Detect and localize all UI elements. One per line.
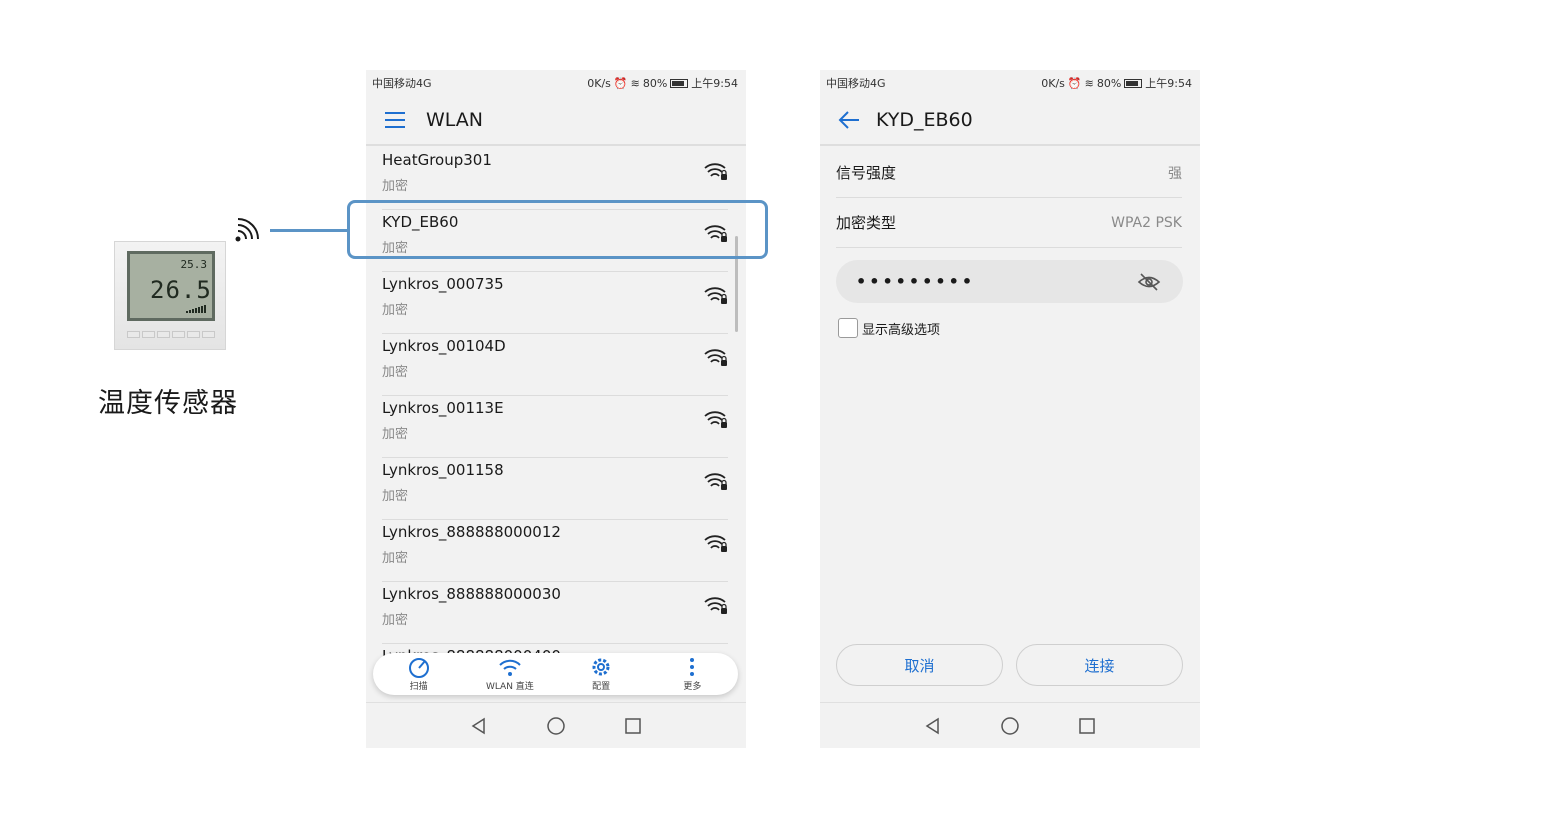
network-speed: 0K/s — [1041, 76, 1065, 90]
encryption-type-row: 加密类型 WPA2 PSK — [836, 198, 1182, 248]
sensor-small-reading: 25.3 — [180, 258, 208, 271]
status-bar: 中国移动4G 0K/s ⏰ ≋ 80% 上午9:54 — [820, 70, 1200, 96]
wifi-security: 加密 — [382, 613, 409, 628]
battery-percent: 80% — [642, 76, 668, 90]
wifi-security: 加密 — [382, 179, 409, 194]
system-nav-bar — [366, 702, 746, 748]
wifi-ssid: Lynkros_00113E — [382, 399, 504, 417]
signal-strength-value: 强 — [1168, 165, 1182, 182]
config-label: 配置 — [592, 682, 611, 692]
carrier-label: 中国移动4G — [826, 77, 886, 90]
sensor-caption: 温度传感器 — [98, 388, 238, 419]
gear-icon — [592, 658, 610, 676]
advanced-options-label: 显示高级选项 — [862, 322, 941, 338]
carrier-label: 中国移动4G — [372, 77, 432, 90]
wifi-security: 加密 — [382, 303, 409, 318]
status-bar: 中国移动4G 0K/s ⏰ ≋ 80% 上午9:54 — [366, 70, 746, 96]
signal-strength-row: 信号强度 强 — [836, 148, 1182, 198]
more-button[interactable]: 更多 — [647, 653, 738, 695]
wifi-locked-signal-icon — [704, 533, 728, 557]
wifi-ssid: Lynkros_888888000012 — [382, 523, 561, 541]
wlan-app-bar: WLAN — [366, 96, 746, 146]
recents-square-icon[interactable] — [624, 717, 642, 735]
password-field[interactable]: ••••••••• — [836, 260, 1183, 303]
wifi-network-row[interactable]: Lynkros_888888000030 加密 — [382, 582, 728, 644]
wifi-security: 加密 — [382, 427, 409, 442]
home-circle-icon[interactable] — [1000, 716, 1020, 736]
wireless-signal-icon — [235, 218, 259, 242]
menu-icon[interactable] — [385, 111, 407, 129]
wifi-status-icon: ≋ — [630, 76, 640, 90]
cancel-button[interactable]: 取消 — [836, 644, 1003, 686]
connector-line — [270, 229, 348, 232]
bottom-toolbar: 扫描 WLAN 直连 配置 更多 — [373, 653, 738, 695]
wifi-network-row[interactable]: Lynkros_888888000012 加密 — [382, 520, 728, 582]
alarm-icon: ⏰ — [613, 76, 628, 90]
wifi-locked-signal-icon — [704, 471, 728, 495]
temperature-sensor-image: 25.3 26.5 — [114, 241, 226, 350]
sensor-level-bars — [186, 305, 206, 313]
wifi-status-icon: ≋ — [1084, 76, 1094, 90]
more-vertical-icon — [690, 658, 695, 676]
network-speed: 0K/s — [587, 76, 611, 90]
wifi-direct-icon — [499, 659, 521, 676]
selected-network-highlight — [347, 200, 768, 259]
recents-square-icon[interactable] — [1078, 717, 1096, 735]
wifi-locked-signal-icon — [704, 409, 728, 433]
wifi-network-row[interactable]: Lynkros_00104D 加密 — [382, 334, 728, 396]
system-nav-bar — [820, 702, 1200, 748]
signal-strength-label: 信号强度 — [836, 164, 897, 182]
back-triangle-icon[interactable] — [924, 717, 942, 735]
more-label: 更多 — [683, 682, 702, 692]
alarm-icon: ⏰ — [1067, 76, 1082, 90]
wifi-locked-signal-icon — [704, 595, 728, 619]
encryption-type-label: 加密类型 — [836, 214, 897, 232]
wifi-locked-signal-icon — [704, 347, 728, 371]
wifi-network-row[interactable]: Lynkros_000735 加密 — [382, 272, 728, 334]
battery-icon — [1124, 78, 1143, 88]
sensor-buttons — [127, 331, 215, 338]
page-title: WLAN — [426, 109, 484, 131]
wifi-security: 加密 — [382, 365, 409, 380]
wifi-network-row[interactable]: Lynkros_001158 加密 — [382, 458, 728, 520]
advanced-options-checkbox[interactable] — [838, 318, 858, 338]
wlan-direct-label: WLAN 直连 — [485, 682, 534, 692]
wifi-ssid: Lynkros_888888000030 — [382, 585, 561, 603]
connect-button[interactable]: 连接 — [1016, 644, 1183, 686]
wifi-network-row[interactable]: Lynkros_00113E 加密 — [382, 396, 728, 458]
password-mask: ••••••••• — [856, 272, 976, 291]
detail-app-bar: KYD_EB60 — [820, 96, 1200, 146]
wifi-security: 加密 — [382, 551, 409, 566]
back-triangle-icon[interactable] — [470, 717, 488, 735]
battery-icon — [670, 78, 689, 88]
wifi-ssid: Lynkros_00104D — [382, 337, 506, 355]
phone-wlan-list: 中国移动4G 0K/s ⏰ ≋ 80% 上午9:54 WLAN HeatGrou… — [366, 70, 746, 748]
page-title: KYD_EB60 — [876, 109, 973, 131]
battery-percent: 80% — [1096, 76, 1122, 90]
clock: 上午9:54 — [1145, 77, 1192, 90]
home-circle-icon[interactable] — [546, 716, 566, 736]
wlan-direct-button[interactable]: WLAN 直连 — [464, 653, 555, 695]
back-arrow-icon[interactable] — [838, 110, 860, 130]
encryption-type-value: WPA2 PSK — [1111, 214, 1182, 231]
wifi-security: 加密 — [382, 489, 409, 504]
sensor-temp-reading: 26.5 — [150, 276, 212, 304]
scan-label: 扫描 — [409, 682, 428, 692]
scan-button[interactable]: 扫描 — [373, 653, 464, 695]
config-button[interactable]: 配置 — [556, 653, 647, 695]
sensor-lcd: 25.3 26.5 — [127, 251, 215, 321]
wifi-ssid: HeatGroup301 — [382, 151, 492, 169]
clock: 上午9:54 — [691, 77, 738, 90]
wifi-locked-signal-icon — [704, 161, 728, 185]
advanced-options-toggle[interactable]: 显示高级选项 — [838, 318, 940, 338]
wifi-locked-signal-icon — [704, 285, 728, 309]
phone-network-detail: 中国移动4G 0K/s ⏰ ≋ 80% 上午9:54 KYD_EB60 信号强度… — [820, 70, 1200, 748]
wifi-ssid: Lynkros_000735 — [382, 275, 504, 293]
wifi-ssid: Lynkros_001158 — [382, 461, 504, 479]
eye-hidden-icon[interactable] — [1137, 272, 1161, 292]
scan-icon — [408, 658, 429, 678]
